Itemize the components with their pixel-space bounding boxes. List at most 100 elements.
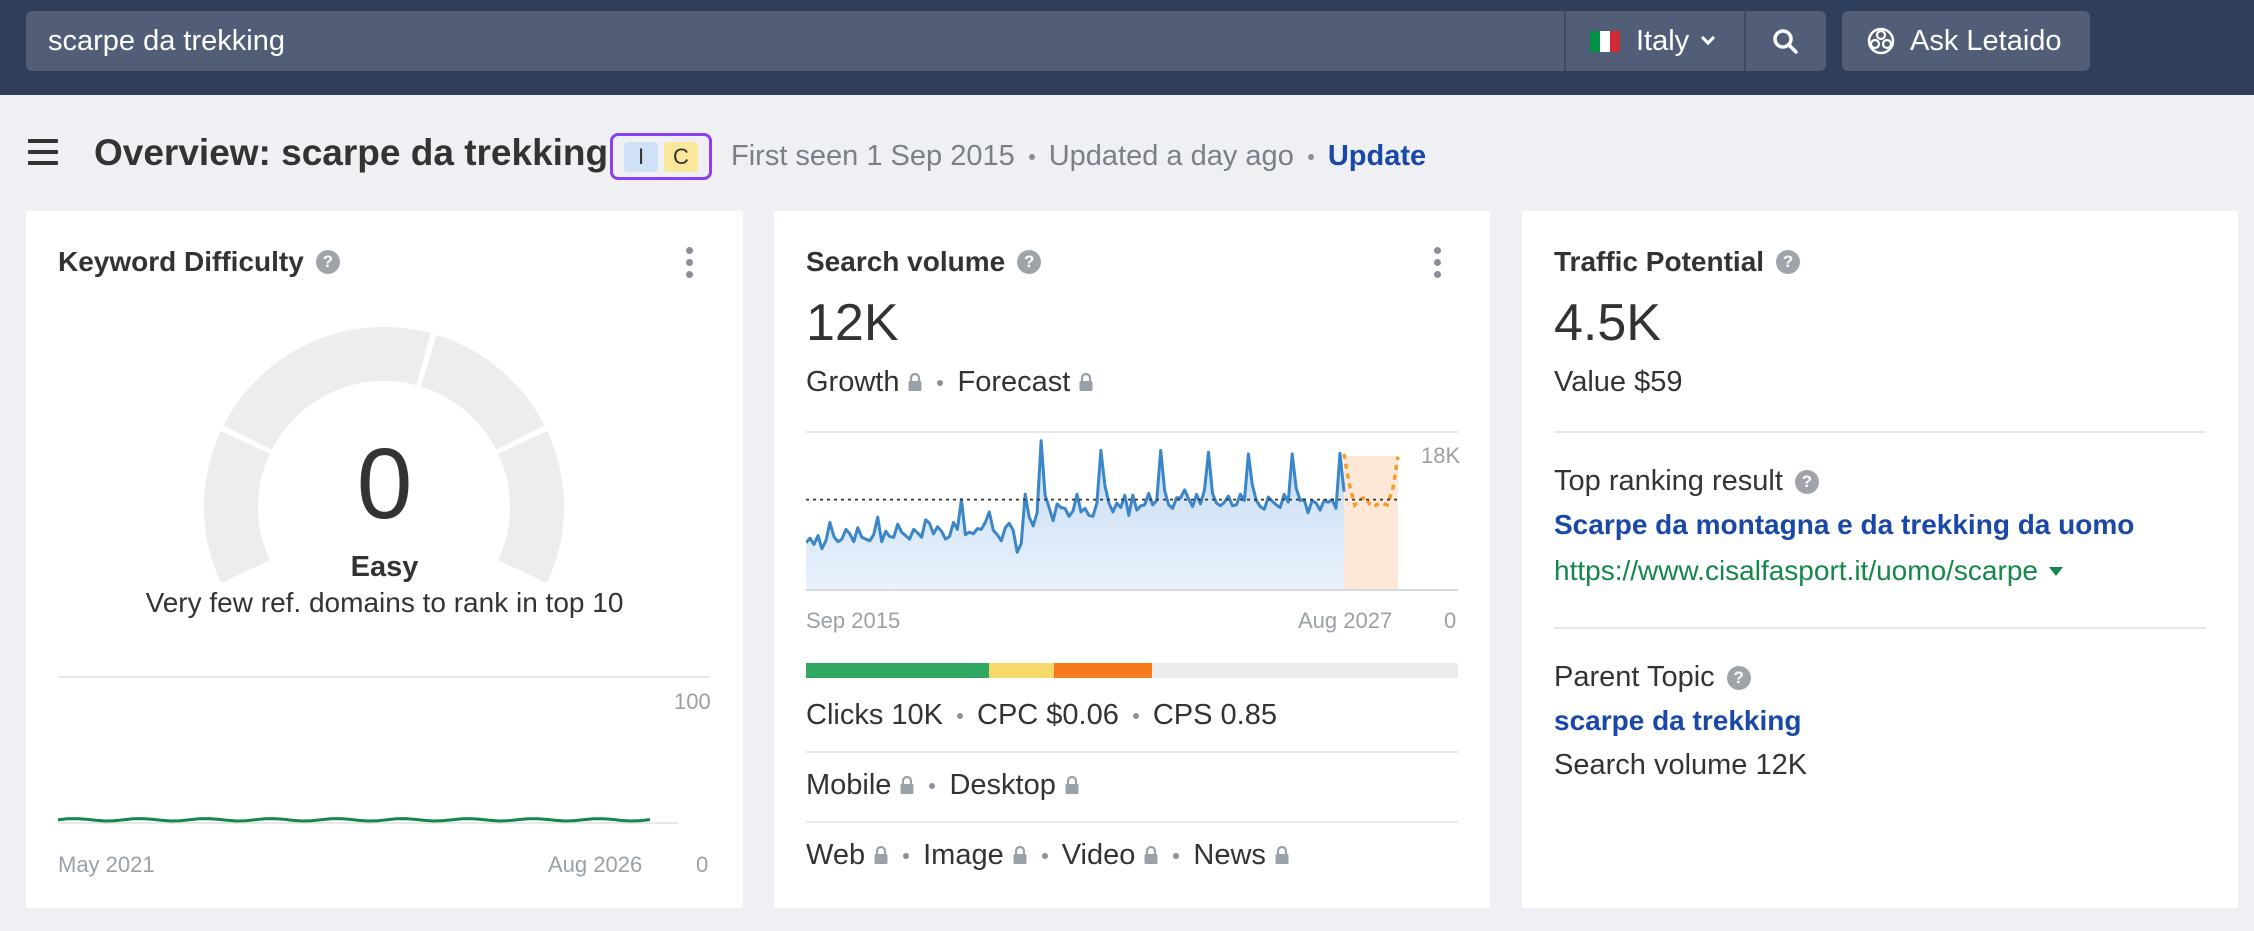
mobile-label: Mobile [806,769,892,801]
tp-divider [1554,431,2206,433]
sv-device-row: Mobile Desktop [806,769,1080,802]
lock-icon [900,775,914,794]
kd-series-line [58,817,651,823]
web-label: Web [806,839,866,871]
ask-letaido-label: Ask Letaido [1910,24,2062,57]
click-bar-segment-yellow [988,663,1054,678]
caret-down-icon[interactable] [2048,565,2064,577]
click-bar-segment-orange [1053,663,1152,678]
search-volume-card: Search volume ? 12K Growth Forecast 18K … [774,211,1490,908]
tp-title: Traffic Potential ? [1554,246,1801,278]
sv-chart [806,439,1458,591]
separator-dot [929,782,936,789]
forecast-region [1344,456,1398,590]
sv-y-max: 18K [1421,443,1461,468]
sv-divider [806,821,1458,823]
sv-growth-forecast: Growth Forecast [806,366,1094,399]
italy-flag-icon [1590,30,1620,52]
help-icon[interactable]: ? [1726,665,1751,690]
search-input[interactable] [26,11,1564,71]
header-meta: First seen 1 Sep 2015 Updated a day ago … [731,140,1426,173]
separator-dot [1173,852,1180,859]
help-icon[interactable]: ? [1794,469,1819,494]
kd-rating: Easy [350,551,419,583]
image-label: Image [923,839,1004,871]
kd-description: Very few ref. domains to rank in top 10 [145,587,624,618]
top-result-label-text: Top ranking result [1554,465,1783,497]
separator-dot [937,379,944,386]
kd-divider [58,676,710,678]
parent-topic-link[interactable]: scarpe da trekking [1554,705,1801,737]
sv-value: 12K [806,294,899,352]
tp-divider [1554,627,2206,629]
sv-serp-type-row: Web Image Video News [806,839,1290,872]
sv-y-min: 0 [1444,608,1457,633]
separator-dot [1028,153,1035,160]
intent-badge-commercial: C [664,141,698,172]
cpc-text: CPC $0.06 [977,699,1119,731]
video-label: Video [1061,839,1136,871]
chevron-down-icon [1701,30,1716,46]
news-label: News [1193,839,1266,871]
search-icon [1773,29,1798,54]
sv-divider [806,751,1458,753]
parent-topic-label: Parent Topic ? [1554,661,1751,694]
kd-x-start: May 2021 [58,852,155,877]
help-icon[interactable]: ? [1776,250,1801,274]
separator-dot [1041,852,1048,859]
lock-icon [1144,845,1158,864]
cps-text: CPS 0.85 [1152,699,1277,731]
lock-icon [908,372,922,391]
top-result-url-text: https://www.cisalfasport.it/uomo/scarpe [1554,555,2038,586]
parent-topic-label-text: Parent Topic [1554,661,1715,693]
update-link[interactable]: Update [1328,140,1426,173]
top-result-label: Top ranking result ? [1554,465,1819,498]
page-title: Overview: scarpe da trekking [94,132,609,173]
tp-value-line: Value $59 [1554,366,1683,398]
kd-y-min: 0 [696,852,709,877]
kd-history-chart [58,817,678,824]
top-result-url[interactable]: https://www.cisalfasport.it/uomo/scarpe [1554,555,2064,587]
lock-icon [1013,845,1027,864]
tp-title-text: Traffic Potential [1554,246,1765,277]
separator-dot [1132,712,1139,719]
intent-badges[interactable]: I C [610,133,712,180]
search-bar: Italy [26,11,1826,71]
assistant-icon [1867,27,1895,55]
clicks-text: Clicks 10K [806,699,943,731]
country-select[interactable]: Italy [1564,11,1744,71]
lock-icon [1275,845,1289,864]
sv-title-text: Search volume [806,246,1006,277]
separator-dot [903,852,910,859]
growth-label: Growth [806,366,900,398]
sv-x-start: Sep 2015 [806,608,901,633]
kd-y-max: 100 [674,689,711,714]
lock-icon [1065,775,1079,794]
top-bar: Italy Ask Letaido [0,0,2254,95]
lock-icon [1079,372,1093,391]
forecast-label: Forecast [957,366,1071,398]
ask-letaido-button[interactable]: Ask Letaido [1842,11,2090,71]
kd-x-end: Aug 2026 [548,852,643,877]
search-volume-area [806,440,1344,590]
more-options-icon[interactable] [1434,247,1442,283]
country-label: Italy [1636,24,1690,57]
updated-text: Updated a day ago [1048,140,1294,172]
top-result-title-link[interactable]: Scarpe da montagna e da trekking da uomo [1554,509,2134,541]
separator-dot [1307,153,1314,160]
desktop-label: Desktop [949,769,1056,801]
sv-title: Search volume ? [806,246,1042,278]
lock-icon [874,845,888,864]
hamburger-menu-icon[interactable] [28,139,58,165]
sv-x-end: Aug 2027 [1298,608,1393,633]
click-bar-segment-grey [1151,663,1458,678]
first-seen-text: First seen 1 Sep 2015 [731,140,1015,172]
parent-topic-volume: Search volume 12K [1554,749,1808,781]
sv-clicks-row: Clicks 10K CPC $0.06 CPS 0.85 [806,699,1277,732]
help-icon[interactable]: ? [1017,250,1042,274]
tp-value: 4.5K [1554,294,1661,352]
intent-badge-informational: I [624,141,658,172]
clicks-distribution-bar [806,663,1458,678]
search-button[interactable] [1744,11,1824,71]
kd-value: 0 [356,428,413,540]
